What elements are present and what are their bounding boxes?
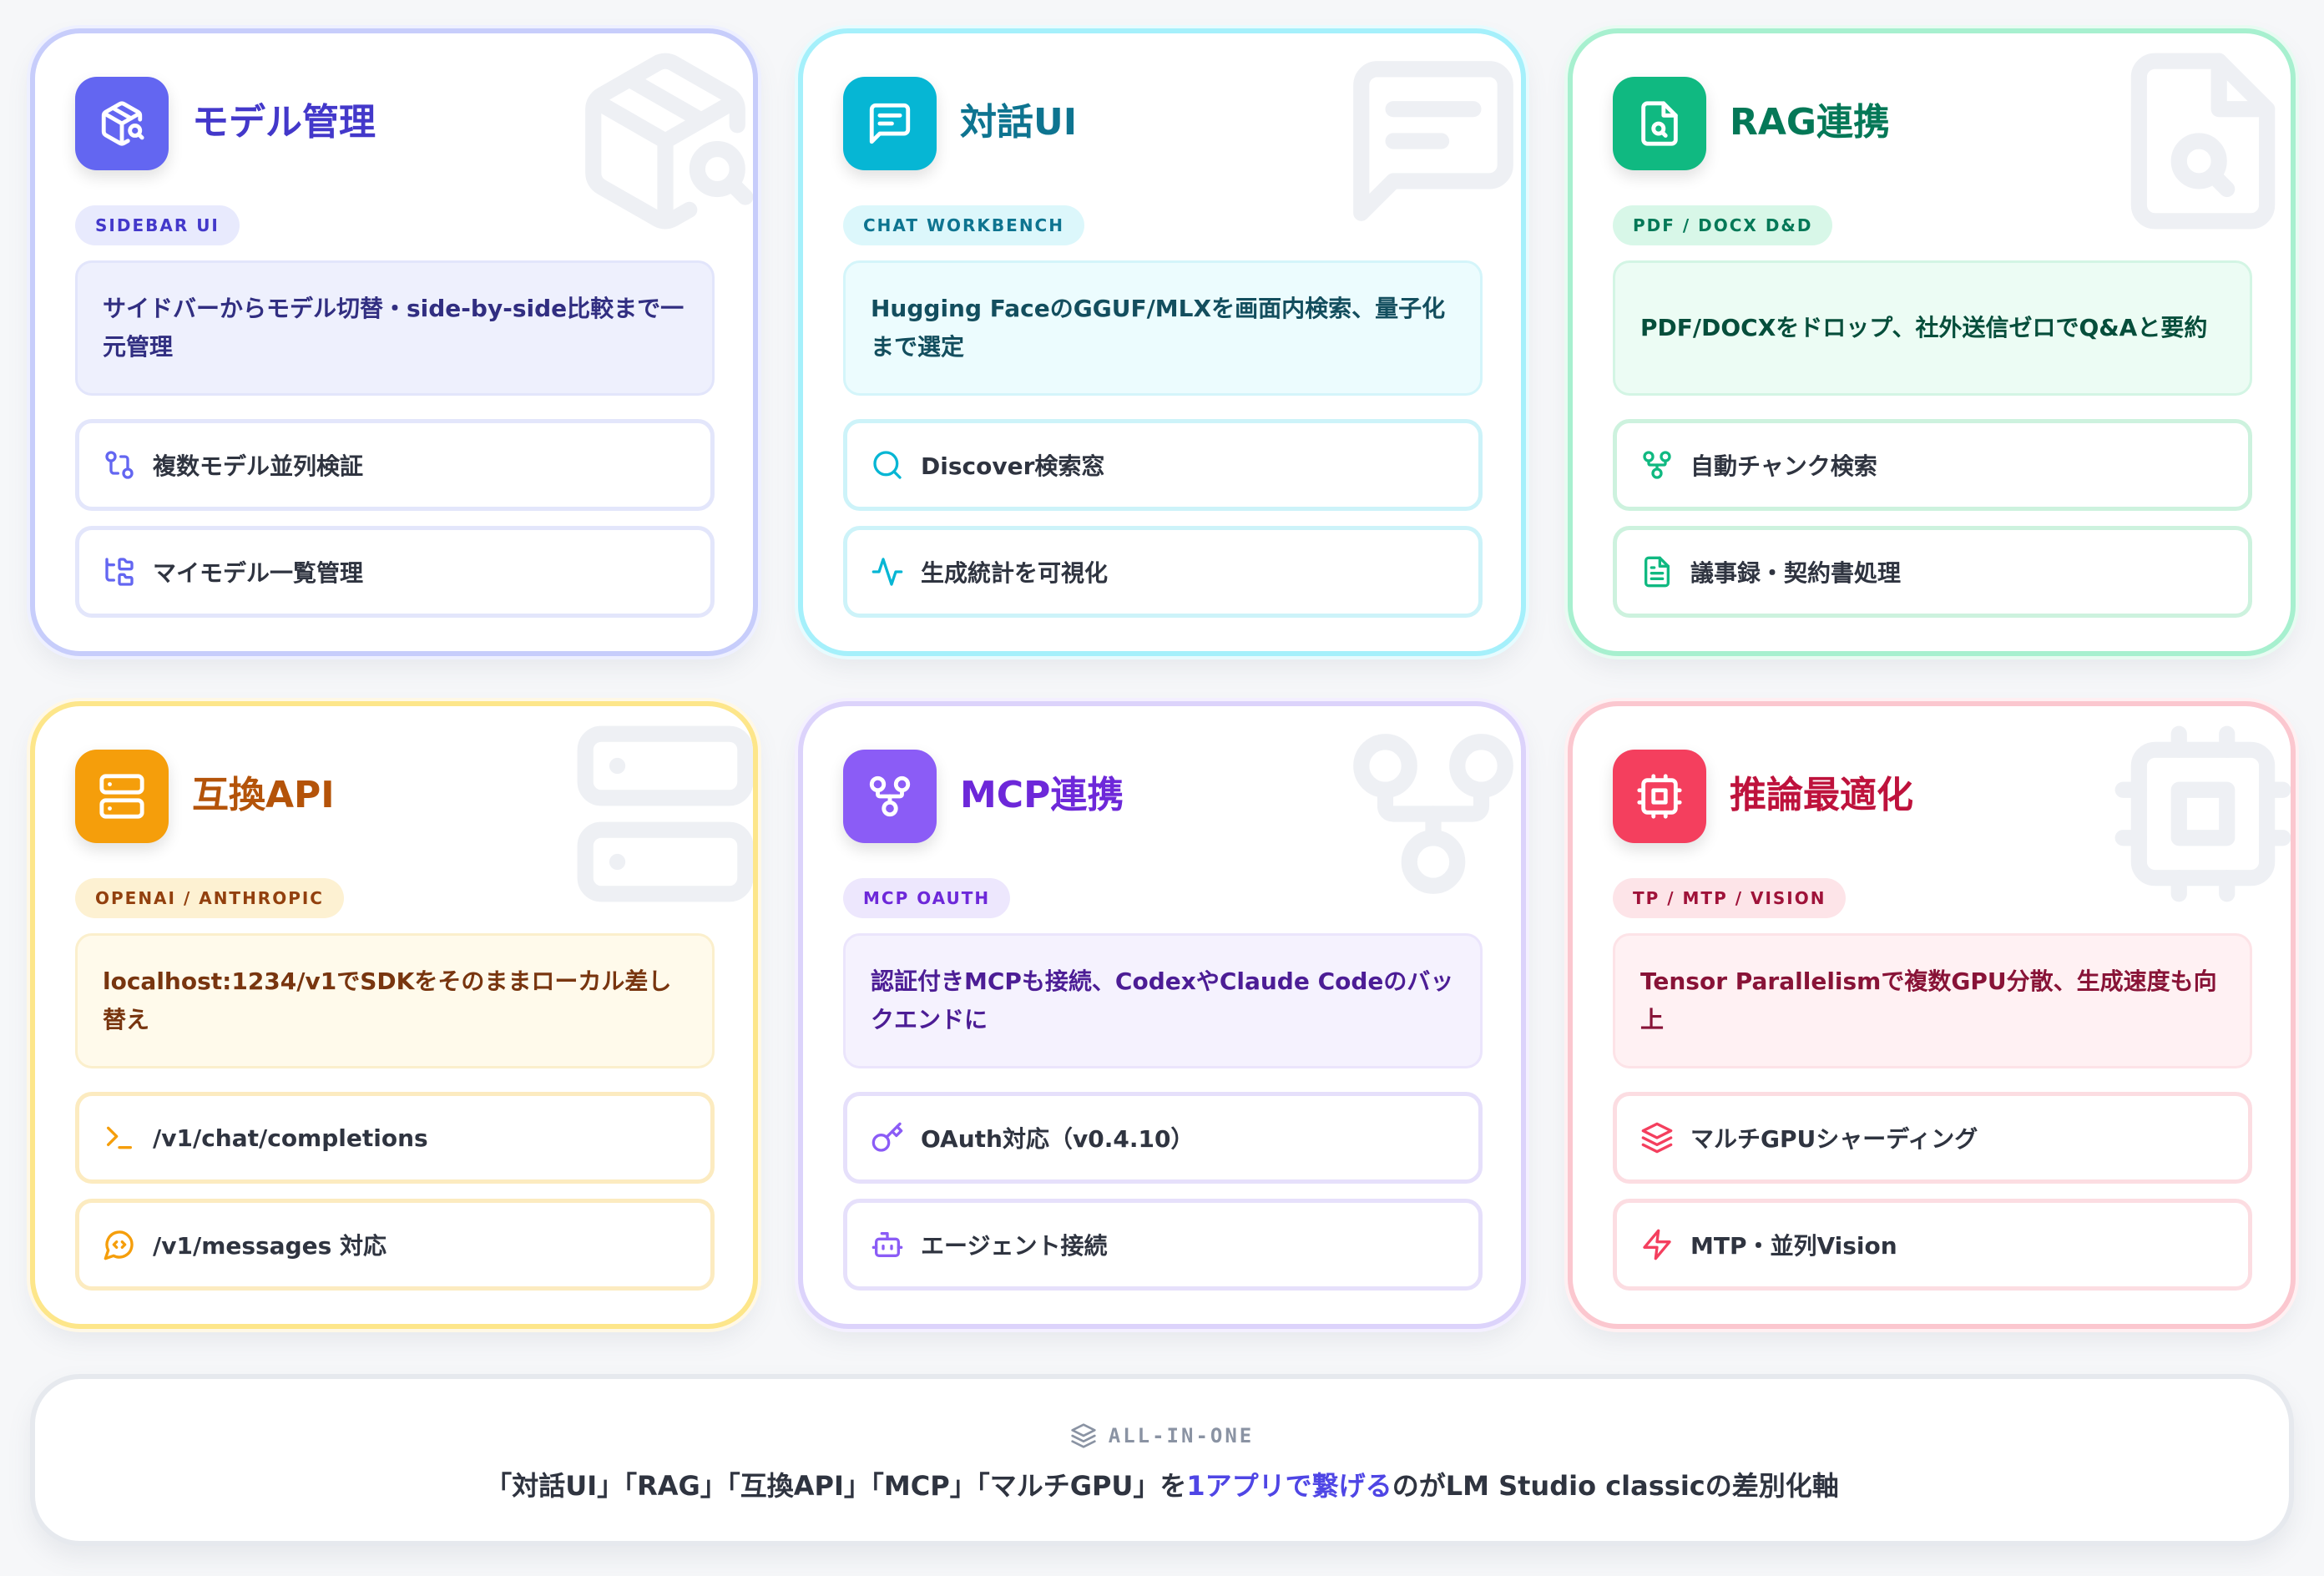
card-inference-optimization: 推論最適化 TP / MTP / VISION Tensor Paralleli…	[1568, 701, 2296, 1329]
card-title: RAG連携	[1730, 101, 1891, 144]
feature-label: 自動チャンク検索	[1690, 452, 1877, 480]
card-title: 対話UI	[960, 101, 1078, 144]
package-search-icon	[75, 77, 169, 170]
package-watermark-icon	[569, 45, 753, 237]
card-chat-ui: 対話UI CHAT WORKBENCH Hugging FaceのGGUF/ML…	[798, 28, 1526, 656]
card-badge: OPENAI / ANTHROPIC	[75, 878, 344, 918]
feature-item[interactable]: Discover検索窓	[843, 419, 1483, 511]
git-compare-icon	[103, 448, 136, 482]
card-title: モデル管理	[192, 101, 376, 144]
layers-icon	[1640, 1121, 1674, 1154]
feature-item[interactable]: エージェント接続	[843, 1199, 1483, 1291]
card-model-management: モデル管理 SIDEBAR UI サイドバーからモデル切替・side-by-si…	[30, 28, 758, 656]
workflow-icon	[843, 750, 937, 843]
footer-label: ALL-IN-ONE	[35, 1422, 2289, 1449]
cpu-watermark-icon	[2107, 718, 2291, 910]
zap-icon	[1640, 1228, 1674, 1261]
feature-grid-page: モデル管理 SIDEBAR UI サイドバーからモデル切替・side-by-si…	[0, 0, 2324, 1576]
server-icon	[75, 750, 169, 843]
footer-label-text: ALL-IN-ONE	[1108, 1424, 1255, 1447]
terminal-icon	[103, 1121, 136, 1154]
footer-text-highlight: 1アプリで繋げる	[1186, 1470, 1392, 1502]
card-description: サイドバーからモデル切替・side-by-side比較まで一元管理	[75, 260, 715, 396]
card-badge: CHAT WORKBENCH	[843, 205, 1084, 245]
workflow-watermark-icon	[1337, 718, 1521, 910]
bot-icon	[871, 1228, 904, 1261]
card-badge: MCP OAUTH	[843, 878, 1011, 918]
card-title: MCP連携	[960, 774, 1124, 816]
feature-label: 生成統計を可視化	[921, 559, 1109, 587]
activity-icon	[871, 555, 904, 588]
feature-label: エージェント接続	[921, 1232, 1108, 1260]
footer-summary: ALL-IN-ONE 「対話UI」「RAG」「互換API」「MCP」「マルチGP…	[30, 1374, 2294, 1546]
search-icon	[871, 448, 904, 482]
cpu-icon	[1613, 750, 1706, 843]
card-compatible-api: 互換API OPENAI / ANTHROPIC localhost:1234/…	[30, 701, 758, 1329]
feature-item[interactable]: MTP・並列Vision	[1613, 1199, 2252, 1291]
file-text-icon	[1640, 555, 1674, 588]
card-description: PDF/DOCXをドロップ、社外送信ゼロでQ&Aと要約	[1613, 260, 2252, 396]
feature-item[interactable]: マルチGPUシャーディング	[1613, 1092, 2252, 1184]
message-code-icon	[103, 1228, 136, 1261]
card-badge: SIDEBAR UI	[75, 205, 240, 245]
feature-item[interactable]: 自動チャンク検索	[1613, 419, 2252, 511]
feature-label: Discover検索窓	[921, 452, 1105, 480]
card-mcp: MCP連携 MCP OAUTH 認証付きMCPも接続、CodexやClaude …	[798, 701, 1526, 1329]
feature-label: 議事録・契約書処理	[1690, 559, 1902, 587]
card-description: localhost:1234/v1でSDKをそのままローカル差し替え	[75, 933, 715, 1068]
feature-label: マルチGPUシャーディング	[1690, 1125, 1978, 1153]
server-watermark-icon	[569, 718, 753, 910]
layers-icon	[1071, 1423, 1096, 1448]
card-badge: TP / MTP / VISION	[1613, 878, 1847, 918]
footer-text-before: 「対話UI」「RAG」「互換API」「MCP」「マルチGPU」を	[485, 1470, 1187, 1502]
card-title: 互換API	[192, 774, 335, 816]
folder-tree-icon	[103, 555, 136, 588]
card-description: Tensor Parallelismで複数GPU分散、生成速度も向上	[1613, 933, 2252, 1068]
card-rag: RAG連携 PDF / DOCX D&D PDF/DOCXをドロップ、社外送信ゼ…	[1568, 28, 2296, 656]
git-fork-icon	[1640, 448, 1674, 482]
key-icon	[871, 1121, 904, 1154]
feature-label: 複数モデル並列検証	[153, 452, 364, 480]
feature-label: MTP・並列Vision	[1690, 1232, 1897, 1260]
card-badge: PDF / DOCX D&D	[1613, 205, 1833, 245]
footer-text: 「対話UI」「RAG」「互換API」「MCP」「マルチGPU」を1アプリで繋げる…	[35, 1462, 2289, 1509]
file-search-icon	[1613, 77, 1706, 170]
feature-item[interactable]: 議事録・契約書処理	[1613, 526, 2252, 618]
feature-item[interactable]: OAuth対応（v0.4.10）	[843, 1092, 1483, 1184]
feature-label: OAuth対応（v0.4.10）	[921, 1125, 1195, 1153]
feature-item[interactable]: /v1/chat/completions	[75, 1092, 715, 1184]
feature-item[interactable]: マイモデル一覧管理	[75, 526, 715, 618]
file-watermark-icon	[2107, 45, 2291, 237]
card-description: 認証付きMCPも接続、CodexやClaude Codeのバックエンドに	[843, 933, 1483, 1068]
feature-item[interactable]: 複数モデル並列検証	[75, 419, 715, 511]
feature-label: マイモデル一覧管理	[153, 559, 364, 587]
feature-label: /v1/messages 対応	[153, 1232, 387, 1260]
feature-item[interactable]: 生成統計を可視化	[843, 526, 1483, 618]
card-description: Hugging FaceのGGUF/MLXを画面内検索、量子化まで選定	[843, 260, 1483, 396]
feature-label: /v1/chat/completions	[153, 1124, 428, 1152]
message-watermark-icon	[1337, 45, 1521, 237]
feature-item[interactable]: /v1/messages 対応	[75, 1199, 715, 1291]
footer-text-after: のがLM Studio classicの差別化軸	[1392, 1470, 1839, 1502]
card-title: 推論最適化	[1730, 774, 1913, 816]
chat-square-icon	[843, 77, 937, 170]
